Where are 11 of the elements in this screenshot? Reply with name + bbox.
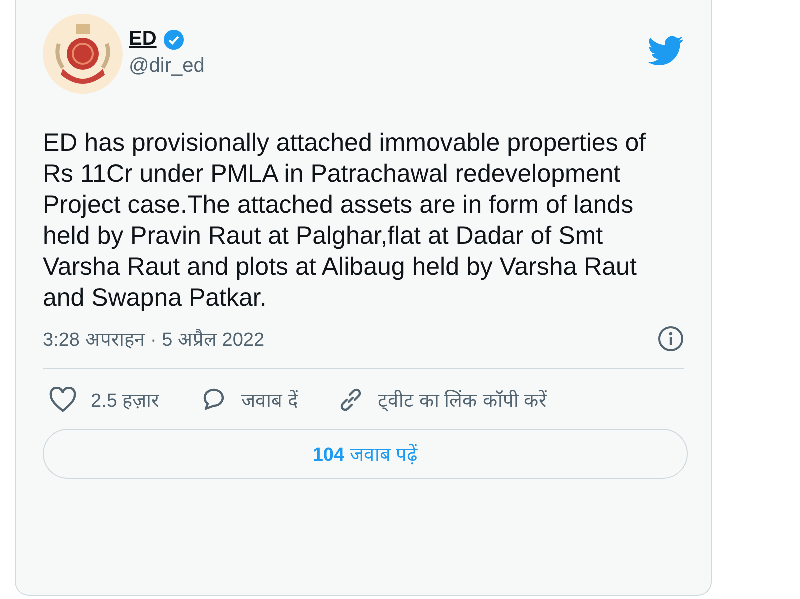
author-name[interactable]: ED [129, 28, 157, 51]
action-label[interactable]: 2.5 हज़ार [91, 387, 160, 413]
author-handle[interactable]: @dir_ed [129, 55, 642, 78]
action-label[interactable]: ट्वीट का लिंक कॉपी करें [378, 387, 548, 413]
heart-icon[interactable] [49, 387, 77, 413]
emblem-avatar[interactable] [43, 14, 123, 94]
info-icon[interactable] [658, 326, 684, 352]
tweet-text: ED has provisionally attached immovable properties of Rs 11Cr under PMLA in Patrachawal redevelopment Project case.The attached assets are in form of lands held by Pravin Raut at Palghar,flat at Dadar of Smt Varsha Raut and plots at Alibaug held by Varsha Raut and Swapna Patkar. [43, 128, 648, 314]
tweet-timestamp[interactable]: 3:28 अपराहन · 5 अप्रैल 2022 [43, 326, 265, 352]
action-label[interactable]: जवाब दें [242, 387, 298, 413]
bird-icon[interactable] [648, 36, 684, 66]
